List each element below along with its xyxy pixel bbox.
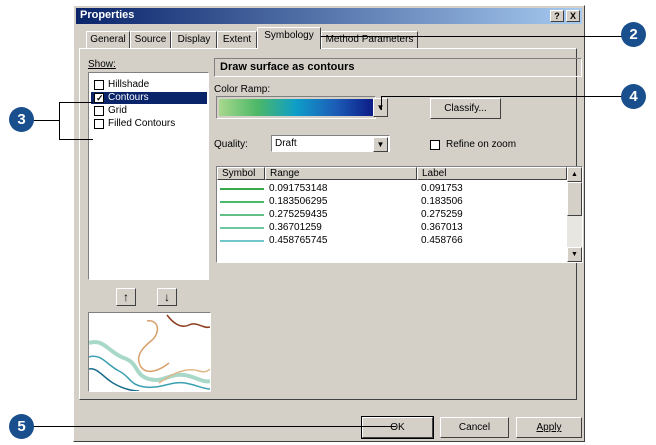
table-row[interactable]: 0.091753148 0.091753	[217, 182, 567, 195]
tab-method-parameters[interactable]: Method Parameters	[321, 31, 418, 48]
down-arrow-icon: ↓	[164, 290, 170, 304]
range-cell: 0.091753148	[269, 183, 328, 194]
label-cell: 0.458766	[421, 235, 463, 246]
range-cell: 0.458765745	[269, 235, 328, 246]
hillshade-checkbox[interactable]	[94, 80, 104, 90]
contours-checkbox[interactable]: ✓	[94, 93, 104, 103]
header-label[interactable]: Label	[417, 167, 567, 180]
filled-contours-checkbox[interactable]	[94, 119, 104, 129]
title-bar[interactable]: Properties ? X	[76, 8, 582, 24]
tab-general[interactable]: General	[86, 31, 130, 48]
renderer-heading: Draw surface as contours	[214, 58, 582, 77]
table-row[interactable]: 0.458765745 0.458766	[217, 234, 567, 247]
chevron-up-icon: ▲	[571, 171, 578, 178]
move-up-button[interactable]: ↑	[116, 288, 136, 306]
list-item-contours[interactable]: ✓ Contours	[91, 92, 207, 104]
tab-symbology[interactable]: Symbology	[257, 27, 321, 49]
ok-button[interactable]: OK	[361, 416, 434, 439]
label-cell: 0.183506	[421, 196, 463, 207]
callout-5-line	[33, 426, 396, 427]
symbol-swatch	[220, 214, 264, 216]
refine-on-zoom[interactable]: Refine on zoom	[430, 139, 516, 150]
callout-2: 2	[621, 22, 646, 47]
refine-checkbox[interactable]	[430, 140, 440, 150]
tab-source[interactable]: Source	[130, 31, 171, 48]
tab-extent[interactable]: Extent	[217, 31, 257, 48]
show-list: Hillshade ✓ Contours Grid Filled Contour…	[88, 72, 209, 280]
list-item-grid[interactable]: Grid	[91, 105, 207, 117]
symbol-swatch	[220, 227, 264, 229]
close-button[interactable]: X	[566, 10, 580, 22]
tab-display[interactable]: Display	[171, 31, 217, 48]
callout-3-bracket-top	[59, 102, 93, 103]
checkmark-icon: ✓	[96, 93, 104, 103]
scroll-thumb[interactable]	[567, 182, 582, 216]
list-item-label: Filled Contours	[108, 118, 176, 129]
list-item-label: Grid	[108, 105, 127, 116]
chevron-down-icon: ▼	[376, 140, 385, 149]
callout-2-line	[310, 36, 622, 37]
help-button[interactable]: ?	[550, 10, 564, 22]
symbol-swatch	[220, 188, 264, 190]
callout-3: 3	[9, 107, 34, 132]
quality-dropdown[interactable]: ▼	[373, 137, 388, 152]
table-row[interactable]: 0.183506295 0.183506	[217, 195, 567, 208]
label-cell: 0.091753	[421, 183, 463, 194]
callout-3-line	[33, 120, 59, 121]
scroll-up-button[interactable]: ▲	[567, 167, 582, 182]
symbol-swatch	[220, 201, 264, 203]
callout-4-line	[381, 96, 623, 97]
list-item-label: Contours	[108, 92, 149, 103]
classify-button[interactable]: Classify...	[430, 98, 501, 119]
color-ramp-label: Color Ramp:	[214, 84, 271, 95]
list-item-label: Hillshade	[108, 79, 150, 90]
show-label: Show:	[88, 59, 116, 70]
range-cell: 0.275259435	[269, 209, 328, 220]
table-row[interactable]: 0.275259435 0.275259	[217, 208, 567, 221]
contour-preview-image	[88, 314, 211, 392]
window-title: Properties	[80, 9, 135, 21]
range-cell: 0.183506295	[269, 196, 328, 207]
callout-5: 5	[9, 414, 34, 439]
header-symbol[interactable]: Symbol	[217, 167, 265, 180]
grid-checkbox[interactable]	[94, 106, 104, 116]
move-down-button[interactable]: ↓	[157, 288, 177, 306]
label-cell: 0.275259	[421, 209, 463, 220]
contour-preview	[88, 312, 211, 392]
table-row[interactable]: 0.36701259 0.367013	[217, 221, 567, 234]
callout-4-drop	[381, 96, 382, 110]
list-item-hillshade[interactable]: Hillshade	[91, 79, 207, 91]
label-cell: 0.367013	[421, 222, 463, 233]
callout-3-bracket	[59, 102, 60, 140]
classes-table: Symbol Range Label 0.091753148 0.091753 …	[216, 166, 583, 263]
table-scrollbar[interactable]: ▲ ▼	[567, 167, 582, 262]
cancel-button[interactable]: Cancel	[440, 417, 509, 438]
color-ramp-select[interactable]	[216, 96, 376, 119]
refine-label: Refine on zoom	[446, 139, 517, 150]
quality-value: Draft	[275, 138, 297, 149]
scroll-down-button[interactable]: ▼	[567, 247, 582, 262]
symbol-swatch	[220, 240, 264, 242]
range-cell: 0.36701259	[269, 222, 322, 233]
quality-label: Quality:	[214, 139, 248, 150]
apply-button[interactable]: Apply	[516, 417, 582, 438]
color-ramp-gradient	[219, 99, 373, 116]
up-arrow-icon: ↑	[123, 290, 129, 304]
chevron-down-icon: ▼	[571, 251, 578, 258]
header-range[interactable]: Range	[265, 167, 417, 180]
callout-3-bracket-bottom	[59, 139, 93, 140]
list-item-filled-contours[interactable]: Filled Contours	[91, 118, 207, 130]
callout-4: 4	[621, 84, 646, 109]
